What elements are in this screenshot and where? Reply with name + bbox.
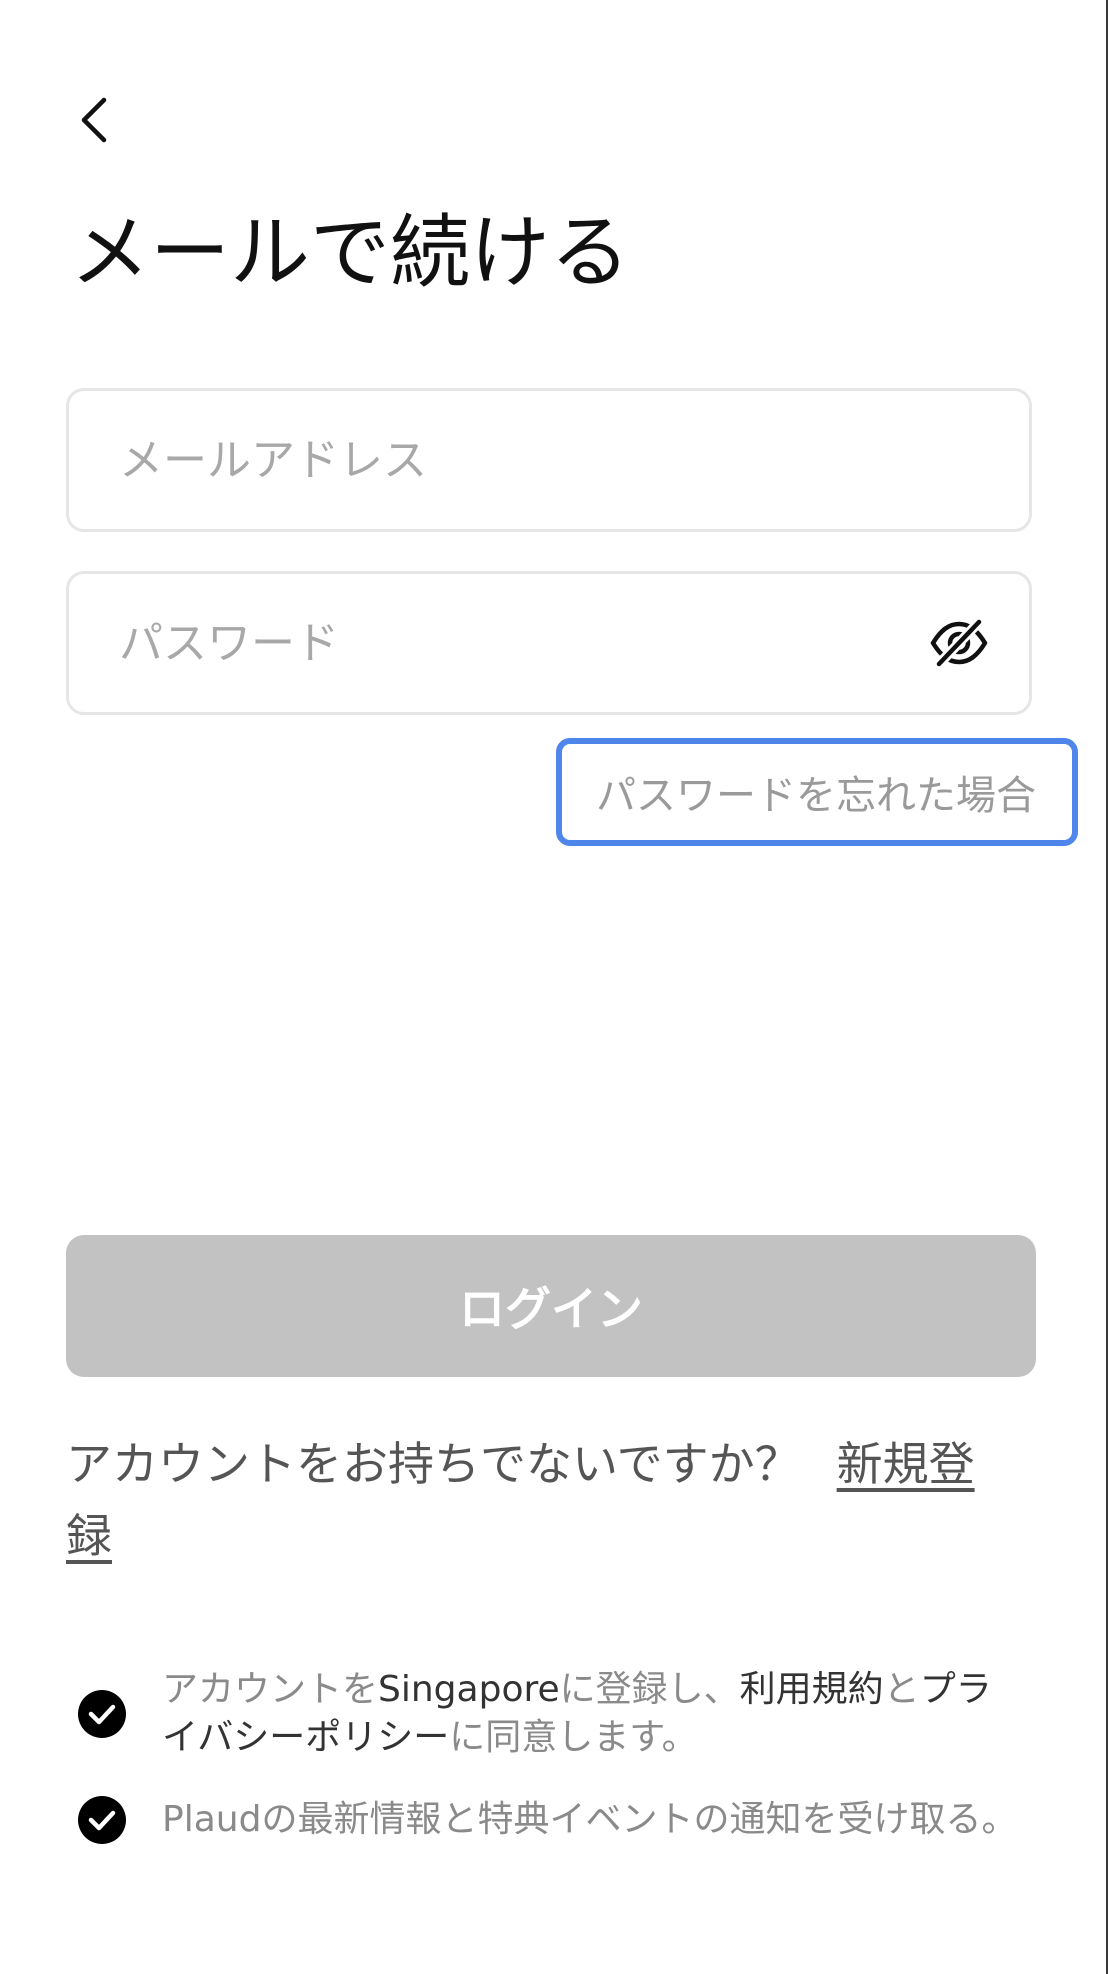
password-field[interactable]	[66, 571, 1032, 715]
terms-consent-row: アカウントをSingaporeに登録し、利用規約とプライバシーポリシーに同意しま…	[78, 1666, 1018, 1762]
terms-suffix: に同意します。	[449, 1717, 698, 1758]
email-field[interactable]	[66, 388, 1032, 532]
back-button[interactable]	[66, 92, 122, 148]
password-visibility-toggle[interactable]	[927, 615, 991, 671]
chevron-left-icon	[81, 97, 107, 143]
checkmark-icon	[88, 1704, 116, 1725]
forgot-password-label: パスワードを忘れた場合	[596, 773, 1036, 819]
marketing-consent-row: Plaudの最新情報と特典イベントの通知を受け取る。	[78, 1796, 1018, 1844]
password-input[interactable]	[119, 574, 919, 712]
terms-checkbox[interactable]	[78, 1690, 126, 1738]
terms-middle: に登録し、	[559, 1669, 740, 1710]
forgot-password-link[interactable]: パスワードを忘れた場合	[556, 738, 1078, 846]
terms-of-use-link[interactable]: 利用規約	[740, 1669, 884, 1710]
eye-off-icon	[930, 618, 988, 668]
marketing-consent-text: Plaudの最新情報と特典イベントの通知を受け取る。	[162, 1799, 1018, 1840]
signup-prompt-row: アカウントをお持ちでないですか？ 新規登録	[66, 1428, 1016, 1572]
terms-prefix: アカウントを	[162, 1669, 379, 1710]
signup-prompt: アカウントをお持ちでないですか？	[66, 1437, 801, 1491]
login-button-label: ログイン	[459, 1282, 643, 1336]
page-title: メールで続ける	[70, 206, 630, 299]
region-name: Singapore	[378, 1669, 560, 1710]
checkmark-icon	[88, 1810, 116, 1831]
terms-consent-text: アカウントをSingaporeに登録し、利用規約とプライバシーポリシーに同意しま…	[162, 1666, 1018, 1762]
terms-and: と	[883, 1669, 920, 1710]
email-input[interactable]	[119, 391, 919, 529]
login-button[interactable]: ログイン	[66, 1235, 1036, 1377]
marketing-checkbox[interactable]	[78, 1796, 126, 1844]
